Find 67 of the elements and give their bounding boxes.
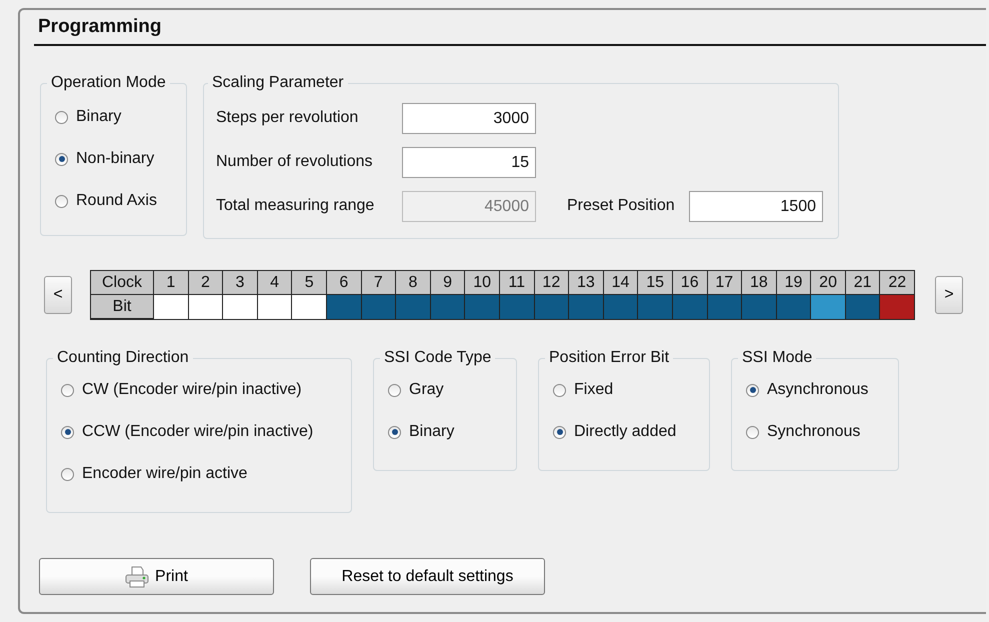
option-label: Round Axis [76,192,157,210]
group-title: Operation Mode [50,74,167,92]
radio-button[interactable] [55,152,68,166]
radio-button[interactable] [61,468,74,480]
clock-cell: 2 [188,271,222,294]
clock-cell: 11 [500,271,534,294]
row-header: Bit [91,295,153,318]
option-label: Non-binary [76,150,154,168]
clock-cell: 14 [604,271,638,294]
radio-button[interactable] [553,384,566,396]
row-header: Clock [91,271,153,294]
window-title: Programming [34,10,986,46]
clock-cell: 21 [846,271,880,294]
clock-cell: 8 [396,271,430,294]
scroll-right-button[interactable]: > [935,276,964,314]
option-label: CCW (Encoder wire/pin inactive) [82,423,314,441]
option-label: Binary [409,423,454,441]
clock-cell: 12 [534,271,568,294]
option-label: Fixed [574,381,614,399]
clock-cell: 9 [430,271,464,294]
radio-button[interactable] [746,426,759,438]
radio-button[interactable] [388,384,401,396]
option-label: Synchronous [767,423,860,441]
option-label: Asynchronous [767,381,868,399]
clock-cell: 15 [638,271,672,294]
input-field[interactable]: 1500 [689,190,823,222]
option-label: Binary [76,108,122,126]
clock-cell: 7 [362,271,396,294]
option-label: CW (Encoder wire/pin inactive) [82,381,302,399]
radio-button[interactable] [746,384,759,396]
group-title: Scaling Parameter [211,74,345,92]
group-title: Counting Direction [56,349,190,367]
radio-button[interactable] [61,384,74,396]
clock-cell: 3 [223,271,257,294]
field-label: Number of revolutions [216,153,374,171]
clock-cell: 13 [569,271,603,294]
clock-cell: 10 [465,271,499,294]
input-field[interactable]: 15 [402,146,536,178]
printer-icon [125,566,150,588]
option-label: Encoder wire/pin active [82,465,248,483]
reset-button[interactable]: Reset to default settings [310,558,545,595]
clock-cell: 19 [776,271,810,294]
group-title: Position Error Bit [548,349,670,367]
clock-cell: 5 [292,271,326,294]
radio-button[interactable] [388,426,401,438]
group-title: SSI Mode [741,349,814,367]
field-label: Preset Position [567,197,676,215]
radio-button[interactable] [55,110,68,124]
clock-cell: 4 [258,271,292,294]
group-title: SSI Code Type [383,349,492,367]
clock-cell: 16 [672,271,706,294]
clock-cell: 6 [326,271,361,294]
field-label: Total measuring range [216,197,376,215]
input-field[interactable]: 3000 [402,102,536,134]
clock-cell: 22 [880,271,914,294]
clock-cell: 1 [154,271,188,294]
scroll-left-button[interactable]: < [44,276,72,314]
print-button[interactable]: Print [39,558,274,595]
option-label: Directly added [574,423,676,441]
radio-button[interactable] [61,426,74,438]
option-label: Gray [409,381,444,399]
radio-button[interactable] [55,194,68,208]
clock-cell: 18 [742,271,776,294]
field-label: Steps per revolution [216,109,360,127]
radio-button[interactable] [553,426,566,438]
clock-cell: 17 [708,271,742,294]
clock-cell: 20 [811,271,845,294]
